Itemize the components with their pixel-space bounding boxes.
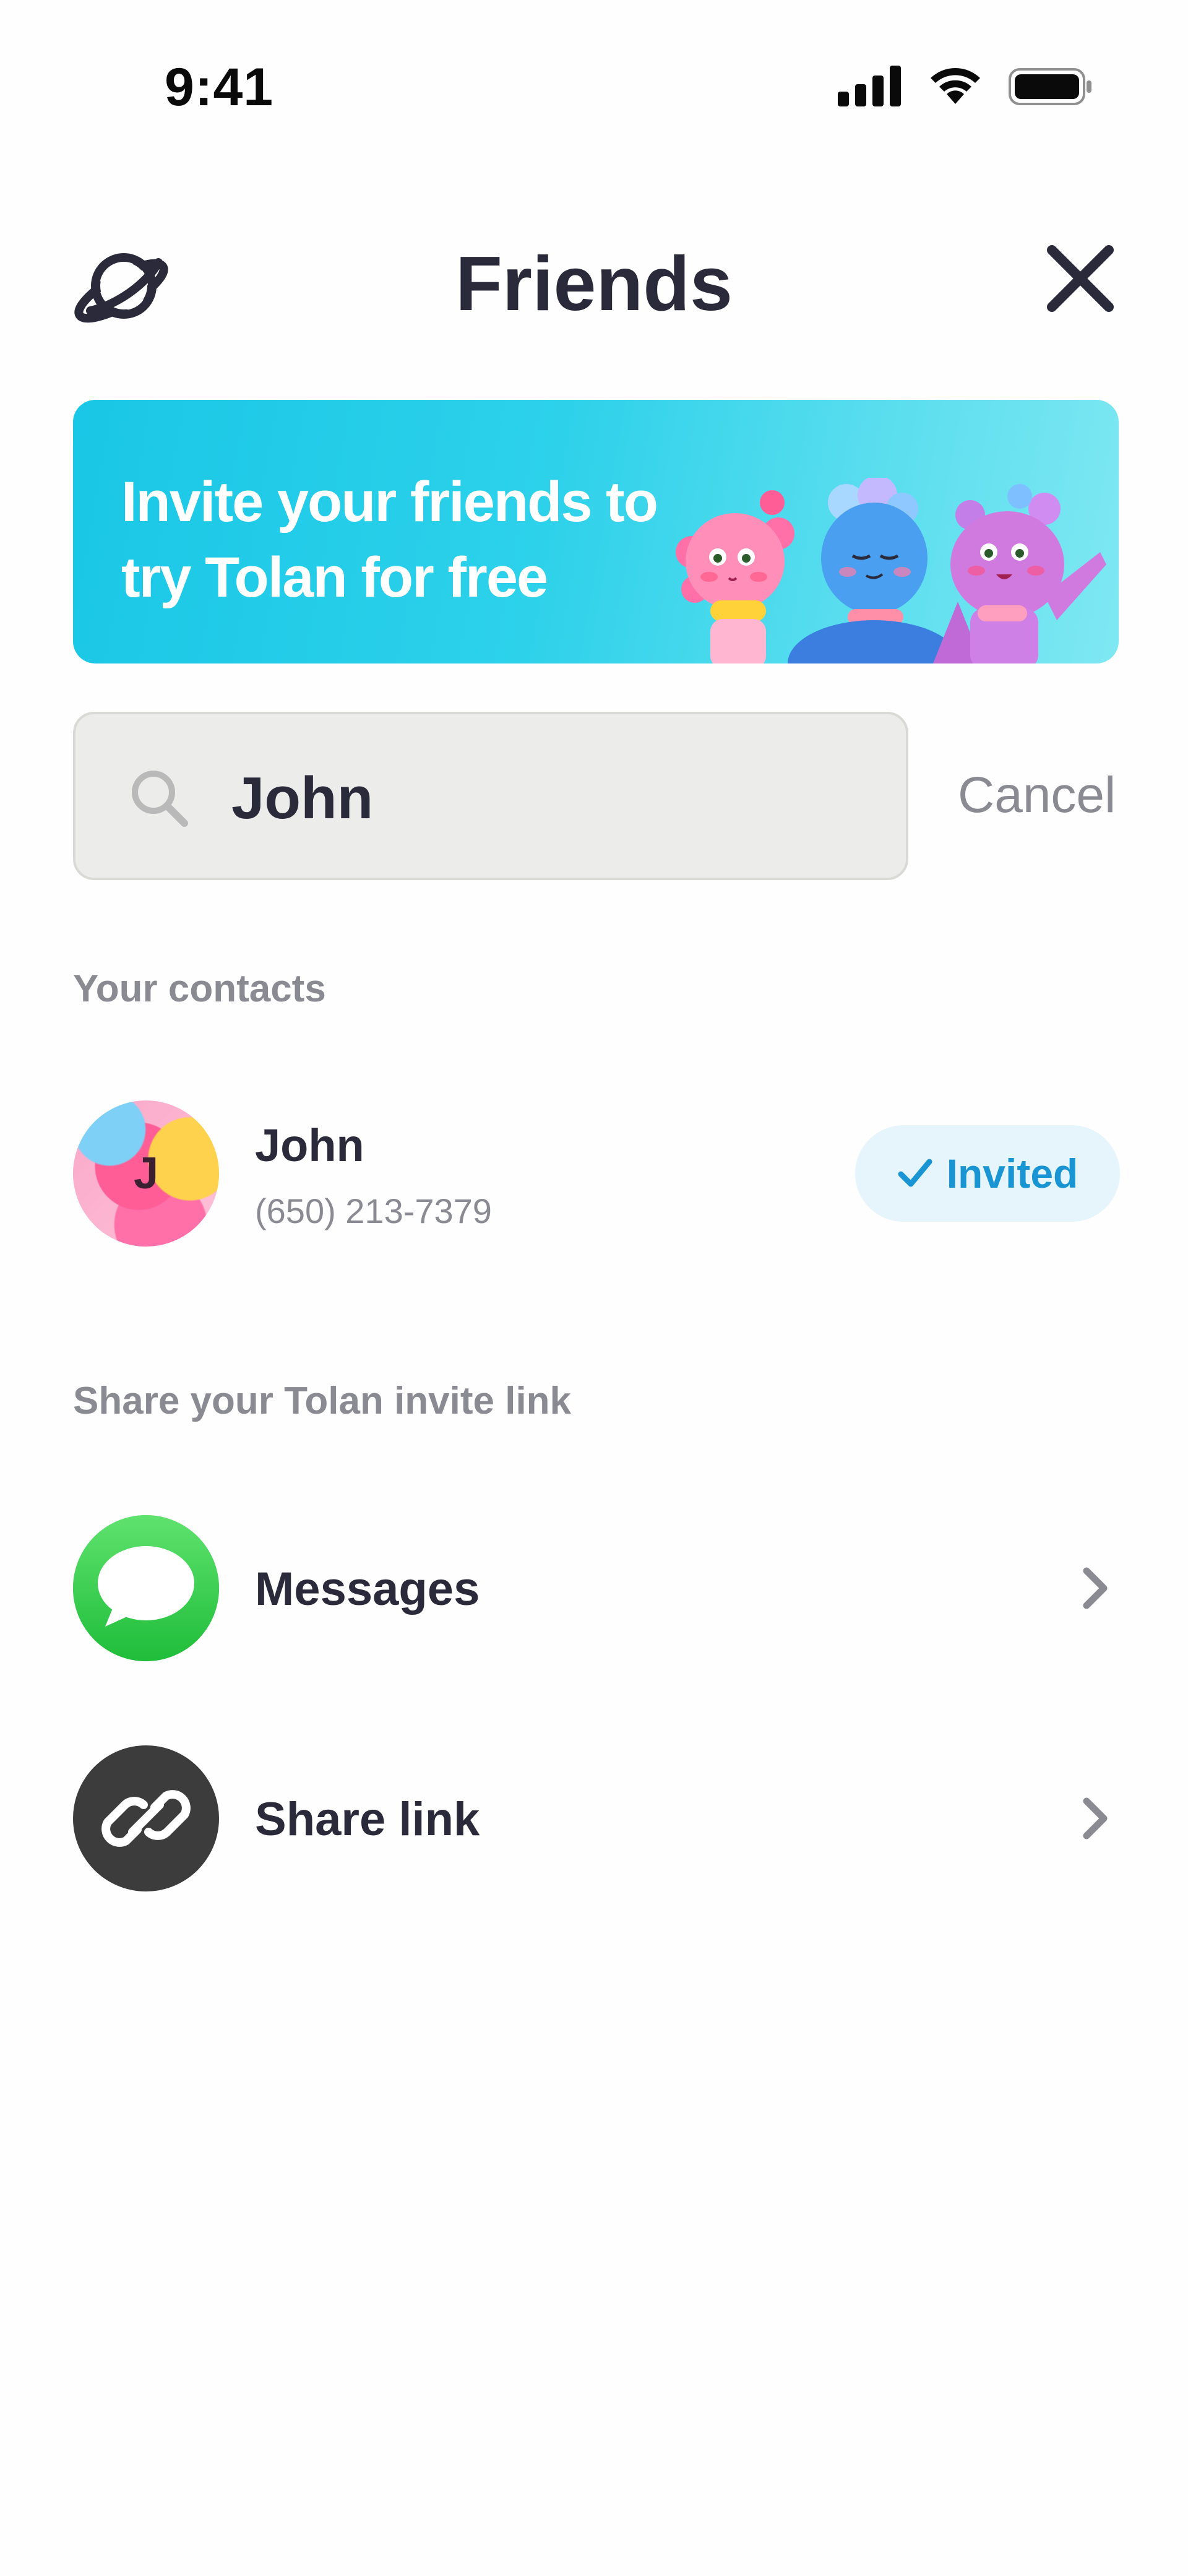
banner-text: Invite your friends to try Tolan for fre…	[121, 464, 740, 615]
link-icon	[73, 1745, 219, 1891]
messages-icon	[73, 1515, 219, 1661]
status-bar: 9:41	[0, 0, 1188, 149]
close-icon[interactable]	[1043, 241, 1117, 316]
checkmark-icon	[898, 1159, 932, 1187]
search-input[interactable]	[230, 758, 851, 839]
battery-icon	[1009, 68, 1091, 105]
share-row-link[interactable]: Share link	[0, 1745, 1188, 1894]
chevron-right-icon	[1070, 1794, 1120, 1843]
chevron-right-icon	[1070, 1563, 1120, 1613]
search-field[interactable]	[73, 712, 908, 880]
contact-name: John	[255, 1120, 364, 1171]
cancel-button[interactable]: Cancel	[958, 766, 1116, 824]
invited-label: Invited	[946, 1151, 1078, 1196]
tolan-characters-illustration	[676, 478, 1106, 663]
cellular-signal-icon	[838, 66, 901, 106]
share-row-messages[interactable]: Messages	[0, 1515, 1188, 1664]
status-time: 9:41	[165, 58, 274, 117]
status-icons	[838, 66, 1093, 106]
banner-line-2: try Tolan for free	[121, 546, 548, 609]
avatar-initial: J	[133, 1149, 159, 1198]
contacts-section-title: Your contacts	[73, 967, 326, 1010]
avatar: J	[73, 1100, 219, 1247]
banner-line-1: Invite your friends to	[121, 470, 658, 534]
invite-banner[interactable]: Invite your friends to try Tolan for fre…	[73, 400, 1119, 663]
wifi-icon	[931, 68, 980, 104]
messages-label: Messages	[255, 1563, 480, 1615]
invited-button[interactable]: Invited	[855, 1125, 1120, 1222]
header: Friends	[0, 223, 1188, 334]
page-title: Friends	[455, 241, 733, 327]
contact-phone: (650) 213-7379	[255, 1191, 492, 1230]
share-section-title: Share your Tolan invite link	[73, 1380, 572, 1422]
share-link-label: Share link	[255, 1793, 480, 1846]
search-icon	[129, 767, 191, 829]
